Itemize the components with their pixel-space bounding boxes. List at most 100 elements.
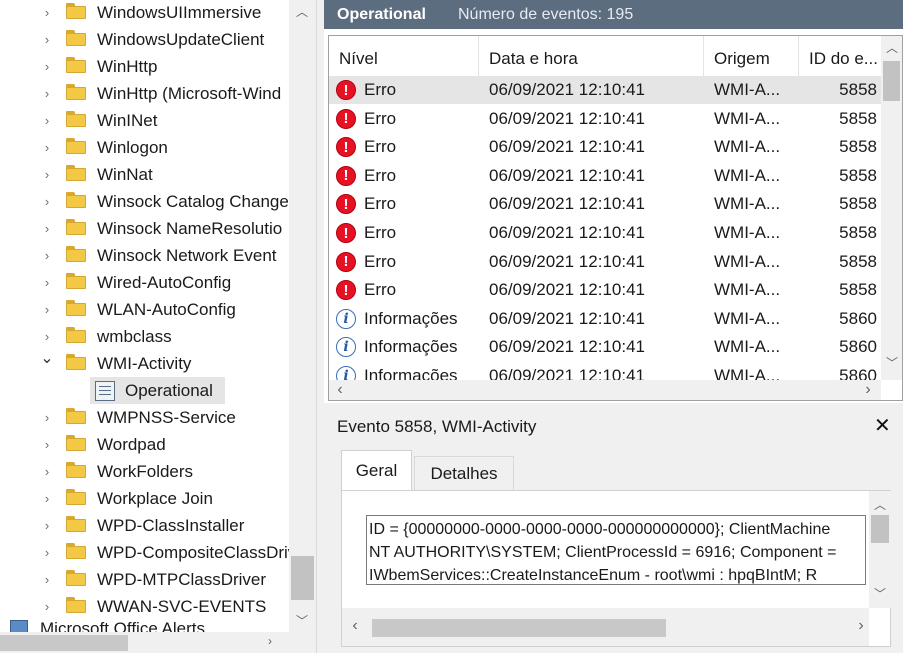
folder-icon [66,516,86,532]
cell-source: WMI-A... [714,80,781,99]
column-header-date[interactable]: Data e hora [479,36,704,81]
scroll-right-arrow-icon[interactable]: › [861,381,875,399]
grid-vscroll-thumb[interactable] [883,61,900,101]
scroll-right-arrow-icon[interactable]: › [262,634,278,648]
tree-item-label: Workplace Join [97,488,213,508]
chevron-right-icon[interactable]: › [40,140,54,155]
chevron-right-icon[interactable]: › [40,32,54,47]
close-icon[interactable]: ✕ [874,413,891,438]
level-text: Erro [364,137,397,157]
tab-general[interactable]: Geral [341,450,412,491]
cell-level: i Informações [329,333,479,361]
scroll-left-arrow-icon[interactable]: ‹ [333,381,347,399]
scroll-up-arrow-icon[interactable]: ︿ [884,39,900,56]
detail-hscroll-thumb[interactable] [372,619,666,637]
chevron-right-icon[interactable]: › [40,410,54,425]
cell-event-id: 5858 [839,280,877,300]
chevron-right-icon[interactable]: › [40,221,54,236]
chevron-right-icon[interactable]: › [40,464,54,479]
tree-hscroll-thumb[interactable] [0,635,128,651]
tree-item-label: WMI-Activity [97,353,192,373]
event-row[interactable]: ! Erro 06/09/2021 12:10:41 WMI-A... 5858 [329,248,881,276]
chevron-right-icon[interactable]: › [40,248,54,263]
event-row[interactable]: ! Erro 06/09/2021 12:10:41 WMI-A... 5858 [329,190,881,218]
event-count: Número de eventos: 195 [458,5,634,23]
scroll-right-arrow-icon[interactable]: › [854,617,868,635]
event-description-text[interactable]: ID = {00000000-0000-0000-0000-0000000000… [366,515,866,585]
cell-source: WMI-A... [714,194,781,214]
event-row[interactable]: ! Erro 06/09/2021 12:10:41 WMI-A... 5858 [329,276,881,304]
description-line: ID = {00000000-0000-0000-0000-0000000000… [369,521,831,538]
grid-horizontal-scrollbar[interactable]: ‹ › [329,380,881,400]
tree-item-label: WMPNSS-Service [97,407,236,427]
cell-date: 06/09/2021 12:10:41 [489,308,645,328]
folder-icon [66,111,86,127]
folder-icon [66,57,86,73]
detail-vertical-scrollbar[interactable]: ︿ ﹀ [869,491,891,608]
cell-event-id: 5860 [839,337,877,357]
chevron-right-icon[interactable]: › [40,59,54,74]
detail-vscroll-thumb[interactable] [871,515,889,543]
column-header-event-id[interactable]: ID do e... [799,36,881,81]
event-row[interactable]: ! Erro 06/09/2021 12:10:41 WMI-A... 5858 [329,76,881,104]
tab-details[interactable]: Detalhes [414,456,514,490]
cell-event-id: 5858 [839,194,877,214]
tree-vscroll-thumb[interactable] [291,556,314,600]
scroll-up-arrow-icon[interactable]: ︿ [872,496,888,513]
scroll-down-arrow-icon[interactable]: ﹀ [294,612,310,629]
grid-vertical-scrollbar[interactable]: ︿ ﹀ [881,36,902,380]
chevron-right-icon[interactable]: › [40,572,54,587]
detail-horizontal-scrollbar[interactable]: ‹ › [342,608,869,646]
tree-item-label: Winsock Network Event [97,245,277,265]
tree-item-label: WinHttp (Microsoft-Wind [97,83,282,103]
chevron-right-icon[interactable]: › [40,437,54,452]
tree-item-label: WindowsUpdateClient [97,29,265,49]
chevron-right-icon[interactable]: › [40,599,54,614]
chevron-right-icon[interactable]: › [40,275,54,290]
chevron-right-icon[interactable]: › [40,329,54,344]
scroll-down-arrow-icon[interactable]: ﹀ [872,585,888,602]
event-row[interactable]: ! Erro 06/09/2021 12:10:41 WMI-A... 5858 [329,219,881,247]
description-line: IWbemServices::CreateInstanceEnum - root… [369,567,818,584]
chevron-down-icon[interactable]: ⌄ [40,348,54,368]
error-icon: ! [336,223,356,243]
cell-source: WMI-A... [714,308,781,328]
chevron-right-icon[interactable]: › [40,518,54,533]
column-header-level[interactable]: Nível [329,36,479,81]
pane-splitter[interactable] [316,0,324,653]
folder-icon [66,3,86,19]
chevron-right-icon[interactable]: › [40,302,54,317]
scroll-up-arrow-icon[interactable]: ︿ [294,3,310,20]
folder-icon [66,30,86,46]
chevron-right-icon[interactable]: › [40,86,54,101]
event-row[interactable]: ! Erro 06/09/2021 12:10:41 WMI-A... 5858 [329,133,881,161]
tree-item-label: WindowsUIImmersive [97,2,262,22]
scroll-left-arrow-icon[interactable]: ‹ [348,617,362,635]
level-text: Erro [364,80,397,99]
folder-icon [66,165,86,181]
chevron-right-icon[interactable]: › [40,194,54,209]
chevron-right-icon[interactable]: › [40,113,54,128]
cell-level: ! Erro [329,133,479,161]
event-row[interactable]: i Informações 06/09/2021 12:10:41 WMI-A... 5… [329,333,881,361]
tree-item-label: WPD-ClassInstaller [97,515,245,535]
tree-item-label: WPD-CompositeClassDriv [97,542,297,562]
events-grid: Nível Data e hora Origem ID do e... ! Err… [328,35,903,401]
chevron-right-icon[interactable]: › [40,5,54,20]
event-row[interactable]: ! Erro 06/09/2021 12:10:41 WMI-A... 5858 [329,105,881,133]
event-row[interactable]: ! Erro 06/09/2021 12:10:41 WMI-A... 5858 [329,162,881,190]
scroll-down-arrow-icon[interactable]: ﹀ [884,354,900,371]
tree-vertical-scrollbar[interactable]: ︿ ﹀ [289,0,316,632]
chevron-right-icon[interactable]: › [40,545,54,560]
column-header-source[interactable]: Origem [704,36,799,81]
chevron-right-icon[interactable]: › [40,491,54,506]
tree-horizontal-scrollbar[interactable]: › [0,632,316,653]
event-row[interactable]: i Informações 06/09/2021 12:10:41 WMI-A... 5… [329,305,881,333]
cell-event-id: 5858 [839,251,877,271]
error-icon: ! [336,251,356,272]
cell-source: WMI-A... [714,251,781,271]
log-tree: › WindowsUIImmersive › WindowsUpdateClient ›… [0,0,316,653]
tree-item-label: WinINet [97,110,158,130]
tree-item-label: WPD-MTPClassDriver [97,569,267,589]
chevron-right-icon[interactable]: › [40,167,54,182]
